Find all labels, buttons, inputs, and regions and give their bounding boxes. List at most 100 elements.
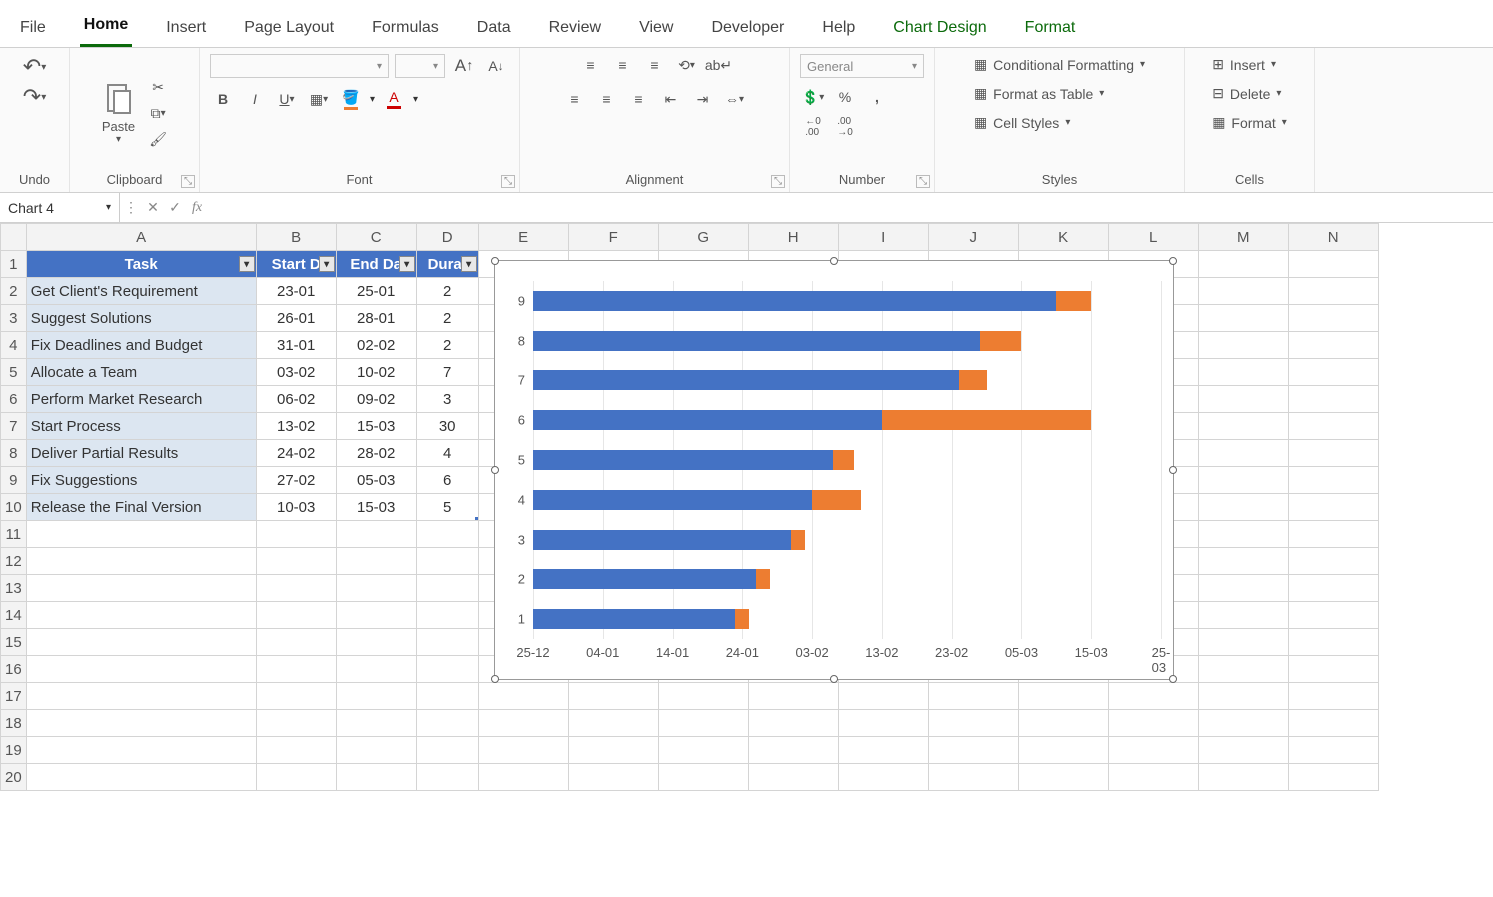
cell[interactable] xyxy=(1198,575,1288,602)
resize-handle[interactable] xyxy=(1169,257,1177,265)
resize-handle[interactable] xyxy=(491,675,499,683)
resize-handle[interactable] xyxy=(1169,466,1177,474)
cell[interactable] xyxy=(256,764,336,791)
row-header[interactable]: 6 xyxy=(1,386,27,413)
bar-segment[interactable] xyxy=(882,410,1091,430)
cell[interactable] xyxy=(838,737,928,764)
cell[interactable] xyxy=(1288,764,1378,791)
cell[interactable] xyxy=(748,683,838,710)
cell[interactable] xyxy=(1198,521,1288,548)
bar-segment[interactable] xyxy=(735,609,749,629)
bar-segment[interactable] xyxy=(533,331,980,351)
col-header[interactable]: E xyxy=(478,224,568,251)
cell[interactable] xyxy=(336,737,416,764)
cell[interactable] xyxy=(256,602,336,629)
cell[interactable]: 2 xyxy=(416,278,478,305)
font-size-select[interactable]: ▾ xyxy=(395,54,445,78)
cell[interactable]: Start Process xyxy=(26,413,256,440)
bar-segment[interactable] xyxy=(533,609,735,629)
cell[interactable] xyxy=(1198,602,1288,629)
row-header[interactable]: 8 xyxy=(1,440,27,467)
cell[interactable] xyxy=(748,764,838,791)
cell[interactable] xyxy=(256,737,336,764)
cell[interactable] xyxy=(1018,683,1108,710)
cell[interactable]: 3 xyxy=(416,386,478,413)
cell[interactable]: 06-02 xyxy=(256,386,336,413)
cell[interactable] xyxy=(568,710,658,737)
cell[interactable]: 09-02 xyxy=(336,386,416,413)
cell[interactable] xyxy=(256,575,336,602)
bar-segment[interactable] xyxy=(812,490,861,510)
format-painter-button[interactable]: 🖌 xyxy=(145,128,171,150)
paste-button[interactable]: Paste▾ xyxy=(98,77,139,149)
cell[interactable]: Fix Deadlines and Budget xyxy=(26,332,256,359)
cell[interactable]: 28-01 xyxy=(336,305,416,332)
filter-dropdown-icon[interactable]: ▾ xyxy=(399,256,415,272)
cell[interactable] xyxy=(1198,494,1288,521)
comma-format-button[interactable]: , xyxy=(864,86,890,108)
cell[interactable]: Start D▾ xyxy=(256,251,336,278)
cell[interactable]: 05-03 xyxy=(336,467,416,494)
row-header[interactable]: 14 xyxy=(1,602,27,629)
cell[interactable] xyxy=(416,764,478,791)
cell[interactable] xyxy=(416,521,478,548)
cell[interactable] xyxy=(1198,332,1288,359)
row-header[interactable]: 2 xyxy=(1,278,27,305)
cell[interactable] xyxy=(26,575,256,602)
align-bottom-button[interactable]: ≡ xyxy=(642,54,668,76)
bar-segment[interactable] xyxy=(533,490,812,510)
cell[interactable]: Release the Final Version xyxy=(26,494,256,521)
col-header[interactable]: J xyxy=(928,224,1018,251)
cell[interactable] xyxy=(1198,683,1288,710)
tab-help[interactable]: Help xyxy=(818,13,859,47)
cell[interactable] xyxy=(256,521,336,548)
dialog-launcher-icon[interactable]: ⤡ xyxy=(181,175,195,188)
col-header[interactable]: M xyxy=(1198,224,1288,251)
cell[interactable] xyxy=(928,764,1018,791)
cell[interactable] xyxy=(26,710,256,737)
row-header[interactable]: 1 xyxy=(1,251,27,278)
cell[interactable]: 24-02 xyxy=(256,440,336,467)
col-header[interactable]: B xyxy=(256,224,336,251)
cell[interactable] xyxy=(1108,764,1198,791)
cell[interactable]: Durat▾ xyxy=(416,251,478,278)
col-header[interactable]: N xyxy=(1288,224,1378,251)
cell[interactable]: 15-03 xyxy=(336,494,416,521)
col-header[interactable]: A xyxy=(26,224,256,251)
tab-format[interactable]: Format xyxy=(1021,13,1080,47)
tab-data[interactable]: Data xyxy=(473,13,515,47)
cell[interactable]: 31-01 xyxy=(256,332,336,359)
format-as-table-button[interactable]: ▦Format as Table ▾ xyxy=(970,83,1108,104)
fill-color-button[interactable]: 🪣 xyxy=(338,88,364,110)
copy-button[interactable]: ⧉▾ xyxy=(145,102,171,124)
cell[interactable] xyxy=(336,629,416,656)
col-header[interactable]: I xyxy=(838,224,928,251)
cell[interactable]: Deliver Partial Results xyxy=(26,440,256,467)
font-color-button[interactable]: A xyxy=(381,88,407,110)
cell[interactable] xyxy=(568,683,658,710)
cell[interactable] xyxy=(1288,737,1378,764)
row-header[interactable]: 10 xyxy=(1,494,27,521)
cancel-icon[interactable]: ✕ xyxy=(142,199,164,216)
delete-cells-button[interactable]: ⊟Delete ▾ xyxy=(1208,83,1285,104)
cell[interactable]: Fix Suggestions xyxy=(26,467,256,494)
cell[interactable] xyxy=(928,710,1018,737)
wrap-text-button[interactable]: ab↵ xyxy=(706,54,732,76)
cell[interactable] xyxy=(1108,683,1198,710)
row-header[interactable]: 20 xyxy=(1,764,27,791)
cell[interactable] xyxy=(1198,386,1288,413)
cell[interactable]: 10-03 xyxy=(256,494,336,521)
cell[interactable]: 6 xyxy=(416,467,478,494)
number-format-select[interactable]: General▾ xyxy=(800,54,924,78)
bar-segment[interactable] xyxy=(791,530,805,550)
bar-segment[interactable] xyxy=(533,291,1056,311)
align-top-button[interactable]: ≡ xyxy=(578,54,604,76)
cell[interactable]: 26-01 xyxy=(256,305,336,332)
cell[interactable] xyxy=(1198,413,1288,440)
row-header[interactable]: 17 xyxy=(1,683,27,710)
tab-formulas[interactable]: Formulas xyxy=(368,13,443,47)
filter-dropdown-icon[interactable]: ▾ xyxy=(461,256,477,272)
cell[interactable]: 2 xyxy=(416,332,478,359)
cell[interactable]: 23-01 xyxy=(256,278,336,305)
cell[interactable] xyxy=(1288,467,1378,494)
